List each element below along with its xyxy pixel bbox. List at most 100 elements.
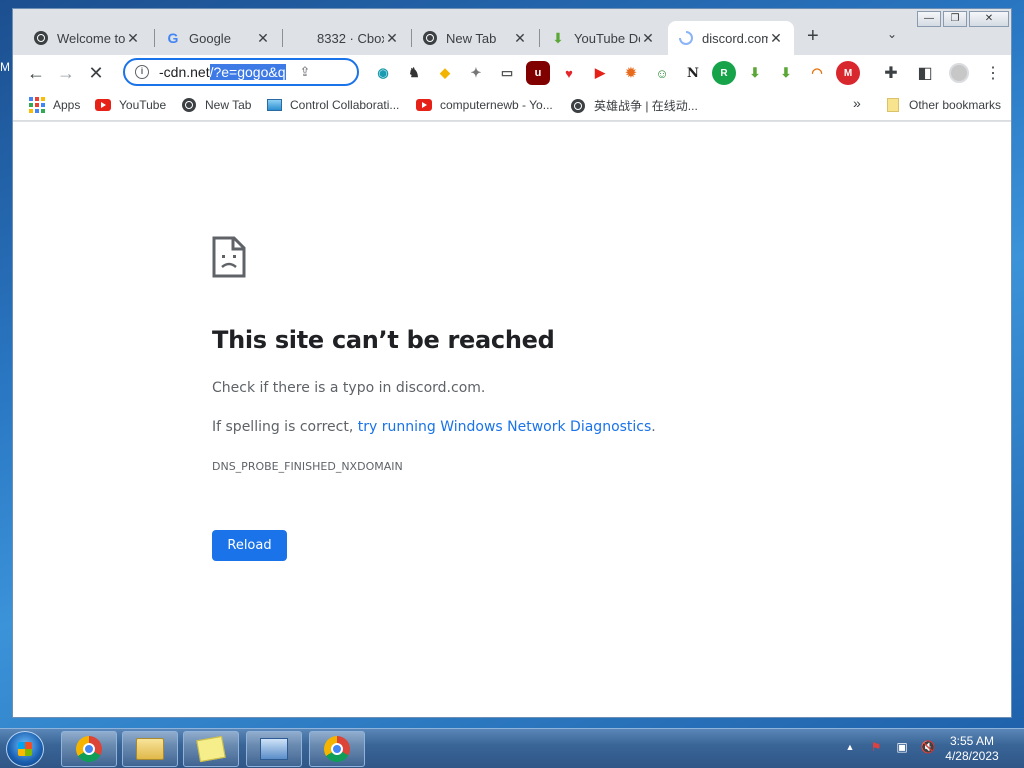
youtube-extension-icon[interactable]: ▶ [588, 61, 612, 85]
new-tab-button[interactable]: + [807, 25, 819, 48]
tab-title: New Tab [446, 30, 497, 46]
profile-avatar[interactable] [947, 59, 971, 87]
window-controls: — ❐ ✕ [917, 11, 1009, 27]
bookmark-label: YouTube [119, 98, 167, 112]
share-icon[interactable]: ⇪ [300, 64, 311, 80]
tray-expand-icon[interactable]: ▲ [842, 739, 858, 755]
address-bar[interactable]: i -cdn.net/?e=gogo&q ⇪ [123, 58, 359, 86]
tab-search-icon[interactable]: ⌄ [887, 27, 897, 41]
n-extension-icon[interactable]: N [681, 61, 705, 85]
chrome-window: Welcome to ✕ G Google ✕ 8332 · Cbox ✕ Ne… [12, 8, 1012, 718]
start-button[interactable] [6, 731, 44, 767]
shield-extension-icon[interactable]: ♥ [557, 61, 581, 85]
menu-icon[interactable]: ⋮ [981, 59, 1005, 87]
volume-muted-icon[interactable]: 🔇 [920, 739, 936, 755]
tab-close-icon[interactable]: ✕ [384, 30, 400, 47]
maximize-button[interactable]: ❐ [943, 11, 967, 27]
toolbar-right: ✚ ◧ ⋮ [879, 59, 1005, 87]
tab-close-icon[interactable]: ✕ [512, 30, 528, 47]
tab-title: 8332 · Cbox [317, 30, 384, 46]
page-content: This site can’t be reached Check if ther… [13, 122, 1011, 717]
side-panel-icon[interactable]: ◧ [913, 59, 937, 87]
taskbar-chrome-button-2[interactable] [309, 731, 365, 767]
tab-new-tab[interactable]: New Tab ✕ [412, 21, 538, 55]
stop-button[interactable]: ✕ [81, 58, 111, 88]
remote-desktop-icon [260, 738, 288, 760]
video-extension-icon[interactable]: ▭ [495, 61, 519, 85]
bookmark-label: Other bookmarks [909, 98, 1002, 112]
url-selected-text: /?e=gogo&q [209, 64, 286, 80]
extensions-puzzle-icon[interactable]: ✚ [879, 59, 903, 87]
gamepad-extension-icon[interactable]: ◉ [371, 61, 395, 85]
clock[interactable]: 3:55 AM 4/28/2023 [942, 734, 1002, 764]
taskbar-explorer-button[interactable] [122, 731, 178, 767]
youtube-icon [95, 97, 111, 113]
tab-title: Google [189, 30, 231, 46]
error-typo-hint: Check if there is a typo in discord.com. [212, 380, 486, 396]
close-window-button[interactable]: ✕ [969, 11, 1009, 27]
tab-youtube-downloader[interactable]: ⬇ YouTube Do ✕ [540, 21, 666, 55]
download-extension-icon[interactable]: ⬇ [774, 61, 798, 85]
bookmark-computernewb[interactable]: computernewb - Yo... [416, 97, 553, 113]
back-button[interactable]: ← [21, 58, 51, 88]
bookmark-label: Apps [53, 98, 81, 112]
cat-extension-icon[interactable]: ♞ [402, 61, 426, 85]
action-center-flag-icon[interactable]: ⚑ [868, 739, 884, 755]
tab-google[interactable]: G Google ✕ [155, 21, 281, 55]
taskbar-chrome-button[interactable] [61, 731, 117, 767]
avatar [949, 63, 969, 83]
tab-title: discord.com [702, 30, 768, 46]
tab-close-icon[interactable]: ✕ [640, 30, 656, 47]
taskbar-sticky-notes-button[interactable] [183, 731, 239, 767]
bookmarks-bar: Apps YouTube New Tab Control Collaborati… [13, 91, 1011, 121]
figure-extension-icon[interactable]: ✦ [464, 61, 488, 85]
tab-title: Welcome to [57, 30, 125, 46]
clock-date: 4/28/2023 [945, 749, 999, 763]
toolbar: ← → ✕ i -cdn.net/?e=gogo&q ⇪ ◉ ♞ ◆ ✦ ▭ u… [13, 55, 1011, 91]
error-title: This site can’t be reached [212, 326, 555, 354]
bookmark-label: New Tab [205, 98, 252, 112]
ublock-extension-icon[interactable]: u [526, 61, 550, 85]
reload-button[interactable]: Reload [212, 530, 287, 561]
tab-cbox[interactable]: 8332 · Cbox ✕ [283, 21, 410, 55]
hint-prefix: If spelling is correct, [212, 419, 358, 435]
tab-close-icon[interactable]: ✕ [255, 30, 271, 47]
tab-title: YouTube Do [574, 30, 640, 46]
globe-icon [422, 30, 438, 46]
tab-strip: Welcome to ✕ G Google ✕ 8332 · Cbox ✕ Ne… [13, 9, 1011, 55]
bookmark-new-tab[interactable]: New Tab [181, 97, 251, 113]
bookmark-control-collaboration[interactable]: Control Collaborati... [266, 97, 399, 113]
info-icon[interactable]: i [135, 65, 149, 79]
frog-extension-icon[interactable]: ☺ [650, 61, 674, 85]
network-icon[interactable]: ▣ [894, 739, 910, 755]
globe-icon [181, 97, 197, 113]
tab-close-icon[interactable]: ✕ [768, 30, 784, 47]
sticky-notes-icon [196, 735, 226, 763]
rainbow-extension-icon[interactable]: ◠ [805, 61, 829, 85]
fire-extension-icon[interactable]: ✹ [619, 61, 643, 85]
globe-icon [33, 30, 49, 46]
download-extension-icon[interactable]: ⬇ [743, 61, 767, 85]
bookmark-hero-war[interactable]: 英雄战争 | 在线动... [570, 97, 698, 114]
bookmark-youtube[interactable]: YouTube [95, 97, 166, 113]
bookmark-apps[interactable]: Apps [29, 97, 80, 113]
extensions-row: ◉ ♞ ◆ ✦ ▭ u ♥ ▶ ✹ ☺ N R ⬇ ⬇ ◠ M [371, 61, 860, 85]
bookmarks-overflow-button[interactable]: » [853, 95, 861, 111]
blank-icon [293, 30, 309, 46]
taskbar-remote-desktop-button[interactable] [246, 731, 302, 767]
sad-document-icon [212, 236, 246, 278]
bookmark-other[interactable]: Other bookmarks [885, 97, 1001, 113]
mega-extension-icon[interactable]: M [836, 61, 860, 85]
rs-extension-icon[interactable]: R [712, 61, 736, 85]
system-tray: ▲ ⚑ ▣ 🔇 [842, 739, 936, 755]
error-code: DNS_PROBE_FINISHED_NXDOMAIN [212, 460, 403, 473]
apps-grid-icon [29, 97, 45, 113]
tab-discord[interactable]: discord.com ✕ [668, 21, 794, 55]
monitor-icon [266, 97, 282, 113]
forward-button[interactable]: → [51, 58, 81, 88]
minimize-button[interactable]: — [917, 11, 941, 27]
tab-close-icon[interactable]: ✕ [125, 30, 141, 47]
network-diagnostics-link[interactable]: try running Windows Network Diagnostics [358, 419, 652, 435]
diamond-extension-icon[interactable]: ◆ [433, 61, 457, 85]
tab-welcome[interactable]: Welcome to ✕ [23, 21, 151, 55]
